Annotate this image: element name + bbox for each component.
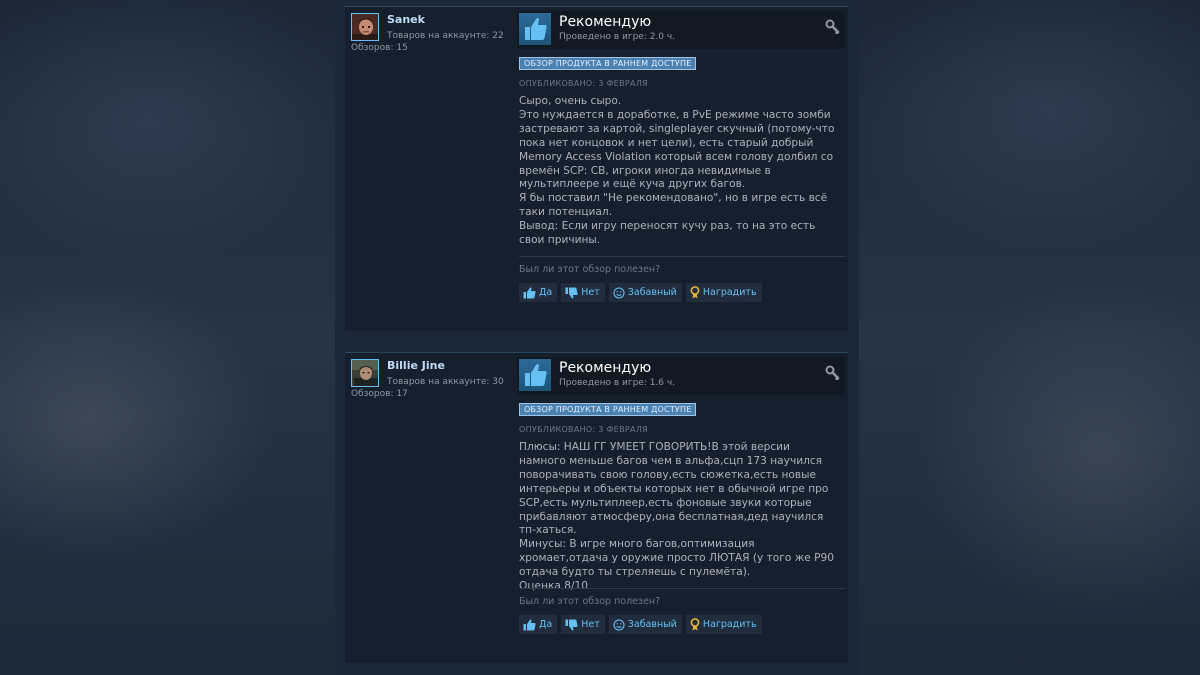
vote-no-label: Нет xyxy=(581,619,600,630)
vote-yes-label: Да xyxy=(539,619,553,630)
vote-yes-button[interactable]: Да xyxy=(519,283,558,302)
early-access-badge: ОБЗОР ПРОДУКТА В РАННЕМ ДОСТУПЕ xyxy=(519,403,697,416)
thumbs-down-icon xyxy=(565,287,578,299)
vote-yes-label: Да xyxy=(539,287,553,298)
avatar[interactable] xyxy=(351,13,379,41)
thumbs-up-icon xyxy=(519,359,551,391)
products-owned[interactable]: Товаров на аккаунте: 22 xyxy=(387,31,504,41)
helpful-question: Был ли этот обзор полезен? xyxy=(519,264,661,275)
author-name[interactable]: Sanek xyxy=(387,13,425,26)
review-body: Плюсы: НАШ ГГ УМЕЕТ ГОВОРИТЬ!В этой верс… xyxy=(519,441,839,594)
avatar[interactable] xyxy=(351,359,379,387)
award-tool-icon[interactable] xyxy=(825,365,841,381)
smiley-icon xyxy=(613,618,625,631)
reviews-count[interactable]: Обзоров: 17 xyxy=(351,389,408,399)
reviews-count[interactable]: Обзоров: 15 xyxy=(351,43,408,53)
thumbs-up-icon xyxy=(523,286,536,298)
review-paragraph: Минусы: В игре много багов,оптимизация х… xyxy=(519,538,834,579)
thumbs-up-icon xyxy=(519,13,551,45)
vote-funny-label: Забавный xyxy=(627,619,677,630)
award-label: Наградить xyxy=(702,287,757,298)
verdict-title: Рекомендую xyxy=(559,14,652,30)
review-card: Sanek Товаров на аккаунте: 22 Обзоров: 1… xyxy=(345,6,848,331)
review-paragraph: Я бы поставил "Не рекомендовано", но в и… xyxy=(519,192,828,219)
vote-no-button[interactable]: Нет xyxy=(561,283,605,302)
thumbs-up-icon xyxy=(523,618,536,630)
divider xyxy=(519,588,845,589)
vote-funny-button[interactable]: Забавный xyxy=(608,615,682,634)
hours-played: Проведено в игре: 2.0 ч. xyxy=(559,32,676,42)
review-paragraph: Сыро, очень сыро. xyxy=(519,95,622,107)
vote-buttons: Да Нет Забавный Наградить xyxy=(519,615,762,634)
vote-yes-button[interactable]: Да xyxy=(519,615,558,634)
vote-buttons: Да Нет Забавный Наградить xyxy=(519,283,762,302)
vote-funny-button[interactable]: Забавный xyxy=(608,283,682,302)
thumbs-down-icon xyxy=(565,619,578,631)
review-paragraph: Плюсы: НАШ ГГ УМЕЕТ ГОВОРИТЬ!В этой верс… xyxy=(519,441,829,537)
review-card: Billie Jine Товаров на аккаунте: 30 Обзо… xyxy=(345,352,848,663)
products-owned[interactable]: Товаров на аккаунте: 30 xyxy=(387,377,504,387)
award-button[interactable]: Наградить xyxy=(685,283,762,302)
award-tool-icon[interactable] xyxy=(825,19,841,35)
vote-no-label: Нет xyxy=(581,287,600,298)
smiley-icon xyxy=(613,286,625,299)
verdict-title: Рекомендую xyxy=(559,360,652,376)
award-button[interactable]: Наградить xyxy=(685,615,762,634)
review-paragraph: Это нуждается в доработке, в PvE режиме … xyxy=(519,108,835,191)
award-label: Наградить xyxy=(702,619,757,630)
author-name[interactable]: Billie Jine xyxy=(387,359,445,372)
posted-date: ОПУБЛИКОВАНО: 3 ФЕВРАЛЯ xyxy=(519,79,648,88)
award-ribbon-icon xyxy=(690,286,700,299)
hours-played: Проведено в игре: 1.6 ч. xyxy=(559,378,676,388)
vote-no-button[interactable]: Нет xyxy=(561,615,605,634)
vote-header[interactable]: Рекомендую Проведено в игре: 2.0 ч. xyxy=(517,11,845,49)
award-ribbon-icon xyxy=(690,618,700,631)
posted-date: ОПУБЛИКОВАНО: 3 ФЕВРАЛЯ xyxy=(519,425,648,434)
vote-funny-label: Забавный xyxy=(627,287,677,298)
early-access-badge: ОБЗОР ПРОДУКТА В РАННЕМ ДОСТУПЕ xyxy=(519,57,697,70)
vote-header[interactable]: Рекомендую Проведено в игре: 1.6 ч. xyxy=(517,357,845,395)
helpful-question: Был ли этот обзор полезен? xyxy=(519,596,661,607)
divider xyxy=(519,256,845,257)
review-body: Сыро, очень сыро. Это нуждается в дорабо… xyxy=(519,95,839,248)
review-paragraph: Вывод: Если игру переносят кучу раз, то … xyxy=(519,220,816,247)
